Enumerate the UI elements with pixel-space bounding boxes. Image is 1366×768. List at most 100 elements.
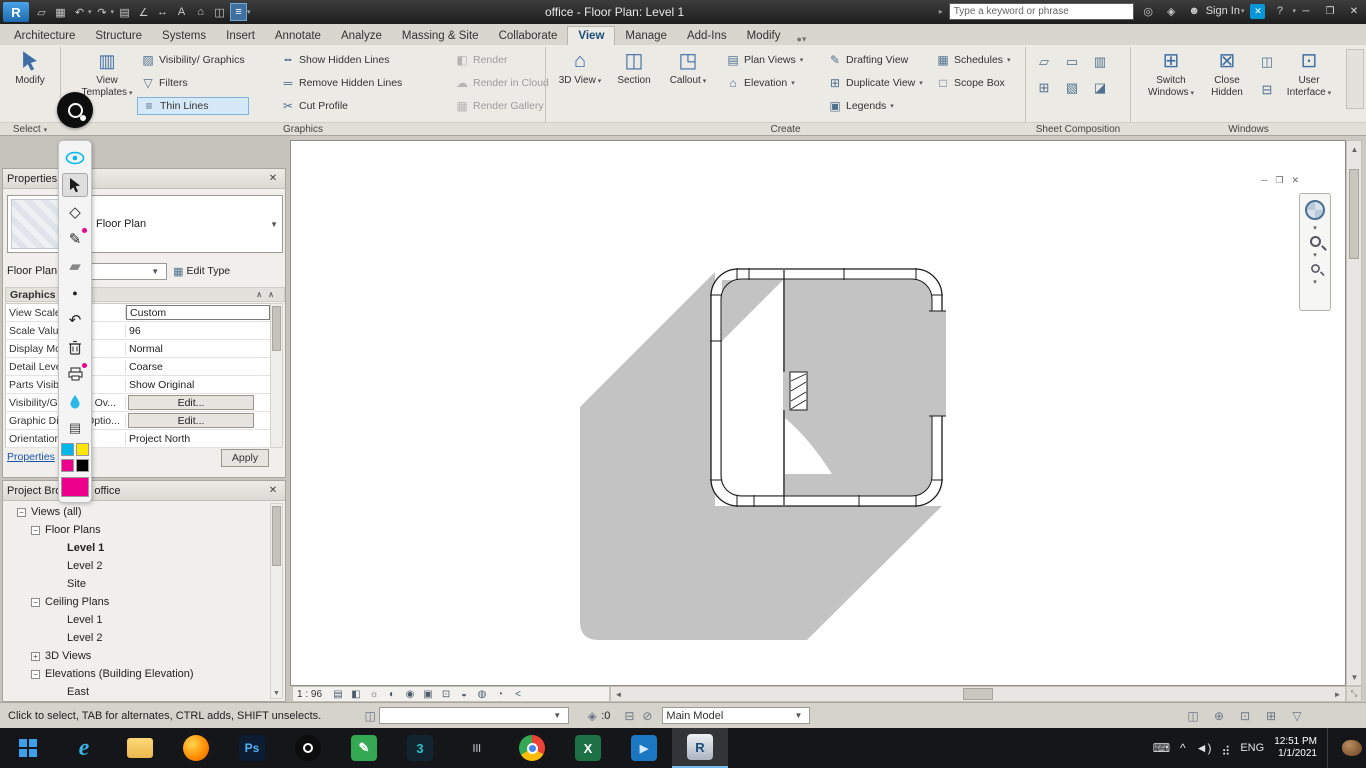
render-gallery-button[interactable]: ▦ Render Gallery [451,97,553,115]
swatch-cyan[interactable] [61,443,74,456]
matchline-icon[interactable]: ▧ [1062,79,1082,97]
visibility-graphics-button[interactable]: ▨ Visibility/ Graphics [137,51,249,69]
drag-on-selection-icon[interactable]: ⊞ [1262,708,1280,724]
minimize-button[interactable]: ─ [1294,0,1318,22]
tab-addins[interactable]: Add-Ins [677,27,737,45]
text-icon[interactable]: A [173,3,190,21]
search-input[interactable] [948,2,1134,20]
tree-item-ceiling-plans[interactable]: − Ceiling Plans [5,593,273,611]
language-indicator[interactable]: ENG [1240,742,1264,754]
measure-icon[interactable]: ∠ [135,3,152,21]
worksets-icon[interactable]: ◫ [361,708,379,724]
property-row[interactable]: Detail Level Coarse [6,358,272,376]
annotation-tool-launcher[interactable] [57,92,93,128]
vertical-scrollbar[interactable]: ▲ ▼ [1346,140,1362,686]
tab-views-icon[interactable]: ◫ [1257,53,1277,71]
tab-modify[interactable]: Modify [737,27,791,45]
plan-views-button[interactable]: ▤ Plan Views ▾ [722,51,807,69]
temporary-hide-icon[interactable]: ◒ [456,688,472,701]
droplet-icon[interactable] [62,389,88,413]
expand-icon[interactable]: + [31,651,40,661]
scroll-left-icon[interactable]: ◄ [612,688,625,700]
cursor-icon[interactable] [62,173,88,197]
drafting-view-button[interactable]: ✎ Drafting View [824,51,927,69]
tree-item-3d-views[interactable]: +3D Views [5,647,273,665]
close-button[interactable]: ✕ [1342,0,1366,22]
view-close-icon[interactable]: ✕ [1291,175,1299,186]
title-block-icon[interactable]: ▭ [1062,53,1082,71]
view-restore-icon[interactable]: ❐ [1275,175,1283,186]
thin-lines-toggle-icon[interactable]: ≡ [230,3,248,21]
tree-item-level-2[interactable]: Level 2 [5,557,273,575]
infocenter-collapse-icon[interactable]: ▸ [939,7,943,16]
autodesk-exchange-icon[interactable]: ✕ [1250,3,1266,19]
start-button[interactable] [0,728,56,768]
property-row[interactable]: View Scale Custom [6,304,272,322]
taskbar-ie[interactable]: e [56,728,112,768]
horizontal-scroll-thumb[interactable] [963,688,993,700]
remove-hidden-lines-button[interactable]: ═ Remove Hidden Lines [277,74,406,92]
drawing-area[interactable]: ─ ❐ ✕ ▾ ▾ ▾ [290,140,1346,686]
3d-view-button[interactable]: ⌂ 3D View ▾ [554,49,606,87]
view-templates-button[interactable]: ▥ View Templates ▾ [81,49,133,98]
horizontal-scrollbar[interactable]: ◄ ► [610,686,1346,702]
tree-item-east[interactable]: East [5,683,273,699]
render-in-cloud-button[interactable]: ☁ Render in Cloud [451,74,553,92]
save-icon[interactable]: ▦ [52,3,69,21]
wheel-caret-icon[interactable]: ▾ [1313,224,1317,232]
taskbar-green-pen-app[interactable]: ✎ [336,728,392,768]
workset-combo[interactable]: ▼ [379,707,570,724]
render-dialog-icon[interactable]: ◉ [402,688,418,701]
tree-item-ceiling-level-2[interactable]: Level 2 [5,629,273,647]
property-row[interactable]: Orientation Project North [6,430,272,448]
communication-center-icon[interactable]: ◈ [1163,2,1180,20]
visual-style-icon[interactable]: ◧ [348,688,364,701]
tree-item-ceiling-level-1[interactable]: Level 1 [5,611,273,629]
schedules-button[interactable]: ▦ Schedules ▾ [932,51,1015,69]
print-icon[interactable]: ▤ [116,3,133,21]
clipboard-icon[interactable]: ▤ [62,416,88,440]
sign-in-button[interactable]: ☻ Sign In ▾ [1186,2,1244,20]
property-row[interactable]: Graphic Display Optio...Edit... [6,412,272,430]
show-desktop-button[interactable] [1327,728,1332,768]
printer-icon[interactable] [62,362,88,386]
tab-structure[interactable]: Structure [85,27,152,45]
tree-item-floor-plans[interactable]: − Floor Plans [5,521,273,539]
redo-icon[interactable]: ↷ [94,3,111,21]
tab-insert[interactable]: Insert [216,27,265,45]
tree-item-site[interactable]: Site [5,575,273,593]
ribbon-options-icon[interactable]: ●▾ [796,34,806,45]
taskbar-firefox[interactable] [168,728,224,768]
taskbar-chrome[interactable] [504,728,560,768]
select-panel-label[interactable]: Select ▾ [0,123,60,136]
elevation-button[interactable]: ⌂ Elevation ▾ [722,74,807,92]
floor-plan-drawing[interactable] [291,141,1347,687]
aligned-dimension-icon[interactable]: ↔ [154,3,171,21]
active-only-icon[interactable]: ⊟ [620,708,638,724]
property-row[interactable]: Visibility/Graphics Ov... Edit... [6,394,272,412]
scroll-down-icon[interactable]: ▼ [271,690,282,697]
view-reference-icon[interactable]: ◪ [1090,79,1110,97]
section-icon[interactable]: ◫ [211,3,228,21]
select-pinned-toggle-icon[interactable]: ⊡ [1236,708,1254,724]
revit-app-logo[interactable]: R [3,2,29,22]
taskbar-clock[interactable]: 12:51 PM 1/1/2021 [1274,736,1317,761]
taskbar-excel[interactable]: X [560,728,616,768]
search-binoculars-icon[interactable]: ◎ [1140,2,1157,20]
revisions-icon[interactable]: ▥ [1090,53,1110,71]
graphics-section-header[interactable]: Graphics ∧∧ [5,287,285,302]
sun-path-icon[interactable]: ☼ [366,688,382,701]
tile-views-icon[interactable]: ⊟ [1257,81,1277,99]
scroll-corner[interactable]: ⤡ [1346,686,1362,702]
network-icon[interactable]: ⣴ [1222,741,1231,755]
guide-grid-icon[interactable]: ⊞ [1034,79,1054,97]
tree-item-elevations[interactable]: − Elevations (Building Elevation) [5,665,273,683]
main-model-combo[interactable]: Main Model ▼ [662,707,811,724]
shadows-icon[interactable]: ◐ [384,688,400,701]
properties-help-link[interactable]: Properties [7,451,55,463]
steering-wheel-icon[interactable] [1305,200,1325,220]
scroll-right-icon[interactable]: ► [1331,688,1344,700]
volume-icon[interactable]: ◄) [1196,741,1212,755]
eraser-icon[interactable]: ▰ [62,254,88,278]
tab-systems[interactable]: Systems [152,27,216,45]
